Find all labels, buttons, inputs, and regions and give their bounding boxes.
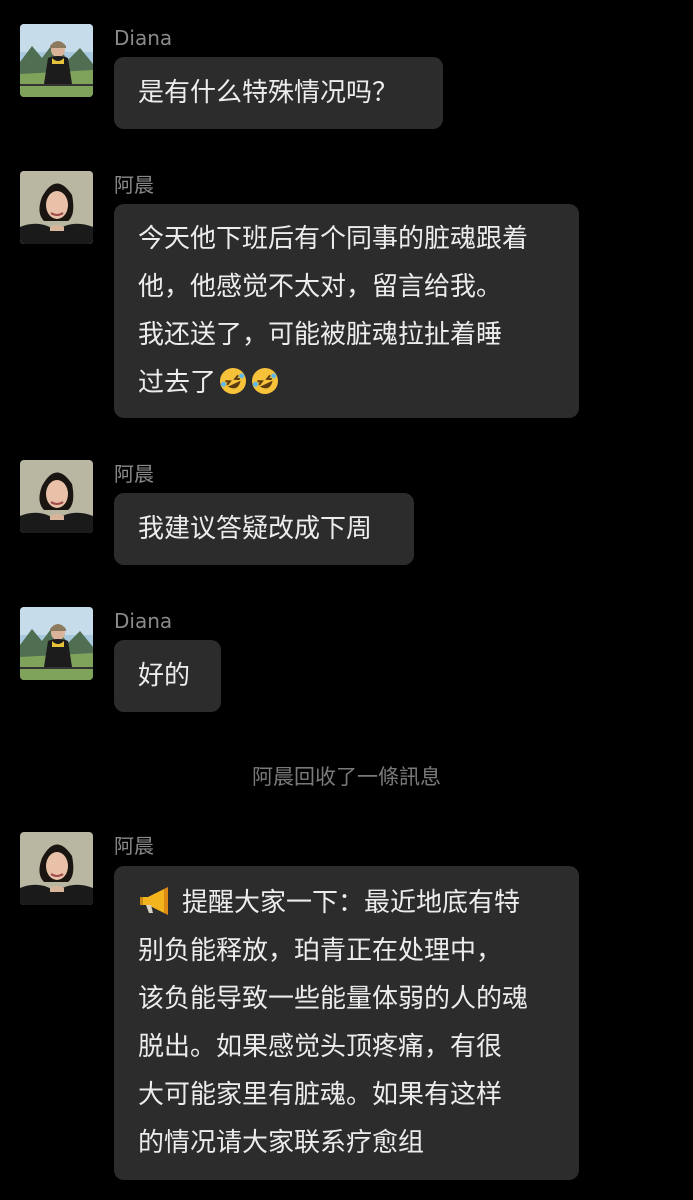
message-bubble[interactable]: 我建议答疑改成下周 <box>114 493 414 565</box>
message-bubble[interactable]: 是有什么特殊情况吗？ <box>114 57 443 129</box>
avatar-diana[interactable] <box>20 607 93 680</box>
message-text-line: 提醒大家一下：最近地底有特 <box>138 879 555 927</box>
avatar-achen-image <box>20 171 93 244</box>
message-text-line: 我还送了，可能被脏魂拉扯着睡 <box>138 320 503 350</box>
message-text-fragment: 过去了 <box>138 368 217 398</box>
megaphone-icon <box>140 887 168 915</box>
message-bubble[interactable]: 好的 <box>114 640 221 712</box>
message-text-line: 好的 <box>138 661 191 691</box>
sender-name: 阿晨 <box>114 834 154 858</box>
avatar-achen[interactable] <box>20 832 93 905</box>
sender-name: 阿晨 <box>114 462 154 486</box>
avatar-diana[interactable] <box>20 24 93 97</box>
message-text-fragment: 提醒大家一下：最近地底有特 <box>182 888 521 918</box>
message-text-line: 是有什么特殊情况吗？ <box>138 78 399 108</box>
message-text-line: 的情况请大家联系疗愈组 <box>138 1128 425 1158</box>
rolling-laughing-emoji-icon <box>252 368 279 394</box>
sender-name: 阿晨 <box>114 173 154 197</box>
message-text-line: 脱出。如果感觉头顶疼痛，有很 <box>138 1032 503 1062</box>
message-text-line: 过去了 <box>138 359 555 407</box>
recalled-message-notice: 阿晨回收了一條訊息 <box>252 765 441 789</box>
message-bubble[interactable]: 提醒大家一下：最近地底有特 别负能释放，珀青正在处理中， 该负能导致一些能量体弱… <box>114 866 579 1180</box>
avatar-diana-image <box>20 607 93 680</box>
message-text-line: 大可能家里有脏魂。如果有这样 <box>138 1080 503 1110</box>
message-text-line: 今天他下班后有个同事的脏魂跟着 <box>138 224 529 254</box>
message-text-line: 该负能导致一些能量体弱的人的魂 <box>138 984 529 1014</box>
rolling-laughing-emoji-icon <box>220 368 247 394</box>
sender-name: Diana <box>114 26 173 50</box>
message-text-line: 别负能释放，珀青正在处理中， <box>138 936 503 966</box>
avatar-achen[interactable] <box>20 460 93 533</box>
message-bubble[interactable]: 今天他下班后有个同事的脏魂跟着 他，他感觉不太对，留言给我。 我还送了，可能被脏… <box>114 204 579 418</box>
avatar-diana-image <box>20 24 93 97</box>
avatar-achen[interactable] <box>20 171 93 244</box>
message-text-line: 他，他感觉不太对，留言给我。 <box>138 272 503 302</box>
avatar-achen-image <box>20 832 93 905</box>
avatar-achen-image <box>20 460 93 533</box>
sender-name: Diana <box>114 609 173 633</box>
message-text-line: 我建议答疑改成下周 <box>138 514 373 544</box>
